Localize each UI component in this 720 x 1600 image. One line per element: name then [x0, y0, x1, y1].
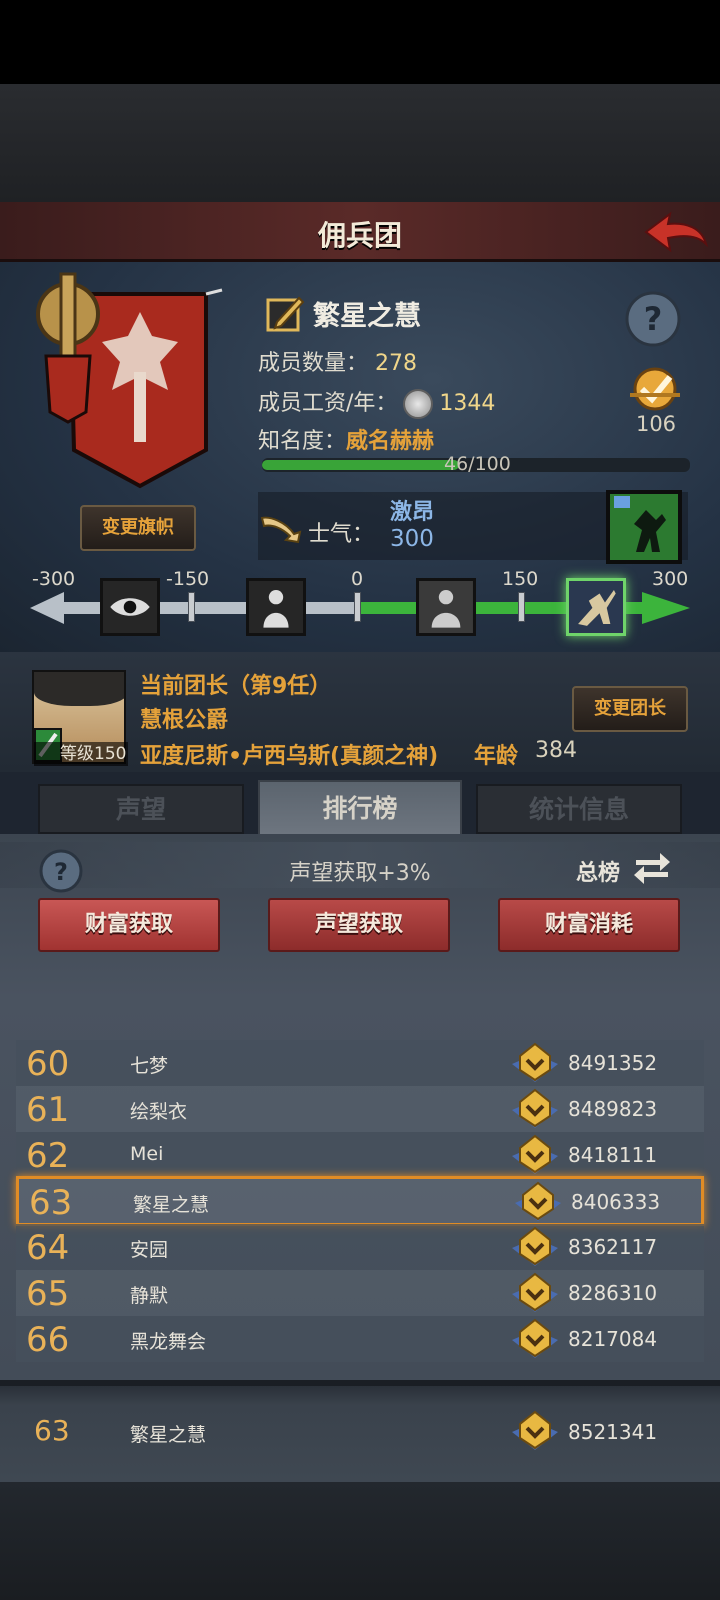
guild-rank-badge-icon[interactable]	[624, 365, 686, 415]
leader-name: 亚度尼斯•卢西乌斯(真颜之神)	[140, 744, 439, 769]
own-name: 繁星之慧	[130, 1424, 207, 1446]
scale-label-min: -300	[32, 568, 76, 590]
tab-reputation[interactable]: 声望	[38, 784, 244, 834]
row-rank: 60	[26, 1044, 70, 1084]
row-name: 安园	[130, 1239, 169, 1261]
fame-line: 知名度：威名赫赫	[258, 423, 434, 455]
wealth-badge-icon	[512, 1088, 558, 1128]
row-score: 8217084	[568, 1327, 658, 1351]
horn-icon	[260, 516, 302, 544]
row-score: 8362117	[568, 1235, 658, 1259]
wealth-badge-icon	[512, 1272, 558, 1312]
back-arrow-icon[interactable]	[642, 208, 710, 256]
fame-progress-text: 46/100	[444, 453, 511, 475]
edit-name-icon[interactable]	[265, 292, 307, 334]
charge-morale-icon[interactable]	[606, 490, 682, 564]
leader-title: 当前团长（第9任）	[140, 674, 332, 699]
avatar-hat	[34, 672, 124, 706]
fear-figure-icon[interactable]	[246, 578, 306, 636]
header-background	[0, 84, 720, 202]
fame-word: 威名赫赫	[346, 429, 435, 454]
row-score: 8489823	[568, 1097, 658, 1121]
despair-eye-icon[interactable]	[100, 578, 160, 636]
row-name: 静默	[130, 1285, 169, 1307]
morale-label: 士气：	[308, 522, 375, 547]
row-rank: 66	[26, 1320, 70, 1360]
row-rank: 61	[26, 1090, 70, 1130]
row-rank: 63	[29, 1183, 73, 1223]
change-flag-button[interactable]: 变更旗帜	[80, 505, 196, 551]
fame-label: 知名度：	[258, 429, 347, 454]
silver-coin-icon	[403, 389, 434, 419]
leader-level: 等级150	[34, 742, 128, 766]
wealth-spent-button[interactable]: 财富消耗	[498, 898, 680, 952]
wealth-badge-icon	[515, 1181, 561, 1221]
morale-word: 激昂	[390, 500, 435, 525]
change-leader-button[interactable]: 变更团长	[572, 686, 688, 732]
salary-label: 成员工资/年：	[258, 391, 398, 416]
calm-figure-icon[interactable]	[416, 578, 476, 636]
own-score: 8521341	[568, 1420, 658, 1444]
scale-label-zero: 0	[351, 568, 364, 590]
table-row[interactable]: 62 Mei 8418111	[16, 1132, 704, 1178]
members-value: 278	[375, 351, 418, 376]
scale-tick	[354, 592, 361, 622]
wealth-badge-icon	[512, 1318, 558, 1358]
row-score: 8406333	[571, 1190, 661, 1214]
row-score: 8286310	[568, 1281, 658, 1305]
row-name: 七梦	[130, 1055, 169, 1077]
svg-text:?: ?	[644, 300, 663, 338]
own-rank: 63	[34, 1414, 70, 1447]
row-name: Mei	[130, 1143, 164, 1165]
scale-tick	[518, 592, 525, 622]
title-bar: 佣兵团	[0, 202, 720, 262]
row-rank: 64	[26, 1228, 70, 1268]
table-row[interactable]: 61 绘梨衣 8489823	[16, 1086, 704, 1132]
wealth-gain-button[interactable]: 财富获取	[38, 898, 220, 952]
row-name: 黑龙舞会	[130, 1331, 207, 1353]
table-row[interactable]: 65 静默 8286310	[16, 1270, 704, 1316]
row-score: 8418111	[568, 1143, 658, 1167]
swap-arrows-icon[interactable]	[632, 850, 672, 886]
bottom-area	[0, 1482, 720, 1600]
wealth-badge-icon	[512, 1410, 558, 1450]
table-row-own-guild[interactable]: 63 繁星之慧 8406333	[16, 1176, 704, 1226]
scale-label-neg: -150	[166, 568, 210, 590]
scale-tick	[188, 592, 195, 622]
salary-value: 1344	[439, 391, 496, 416]
row-name: 繁星之慧	[133, 1194, 210, 1216]
tab-statistics[interactable]: 统计信息	[476, 784, 682, 834]
table-row[interactable]: 64 安园 8362117	[16, 1224, 704, 1270]
guild-rank-number: 106	[635, 412, 677, 436]
members-line: 成员数量： 278	[258, 345, 417, 377]
members-label: 成员数量：	[258, 351, 369, 376]
scale-label-pos: 150	[502, 568, 539, 590]
row-rank: 62	[26, 1136, 70, 1176]
charge-figure-icon[interactable]	[566, 578, 626, 636]
total-ranking-label[interactable]: 总榜	[576, 855, 620, 887]
guild-name-row: 繁星之慧	[265, 292, 421, 334]
leader-age-label: 年龄	[474, 744, 519, 769]
row-name: 绘梨衣	[130, 1101, 188, 1123]
wealth-badge-icon	[512, 1134, 558, 1174]
status-bar-area	[0, 0, 720, 84]
table-row[interactable]: 60 七梦 8491352	[16, 1040, 704, 1086]
leader-rank: 慧根公爵	[140, 708, 229, 733]
guild-banner-icon	[36, 272, 223, 489]
morale-value: 300	[390, 526, 434, 552]
fame-progress-fill	[262, 460, 459, 470]
leader-age: 384	[535, 738, 577, 763]
reputation-gain-button[interactable]: 声望获取	[268, 898, 450, 952]
tab-leaderboard[interactable]: 排行榜	[258, 780, 462, 838]
table-row[interactable]: 66 黑龙舞会 8217084	[16, 1316, 704, 1362]
help-icon[interactable]: ?	[624, 290, 682, 348]
salary-line: 成员工资/年： 1344	[258, 385, 495, 419]
guild-name: 繁星之慧	[313, 300, 421, 332]
wealth-badge-icon	[512, 1226, 558, 1266]
page-title: 佣兵团	[317, 219, 402, 252]
row-score: 8491352	[568, 1051, 658, 1075]
row-rank: 65	[26, 1274, 70, 1314]
scale-label-max: 300	[652, 568, 689, 590]
wealth-badge-icon	[512, 1042, 558, 1082]
